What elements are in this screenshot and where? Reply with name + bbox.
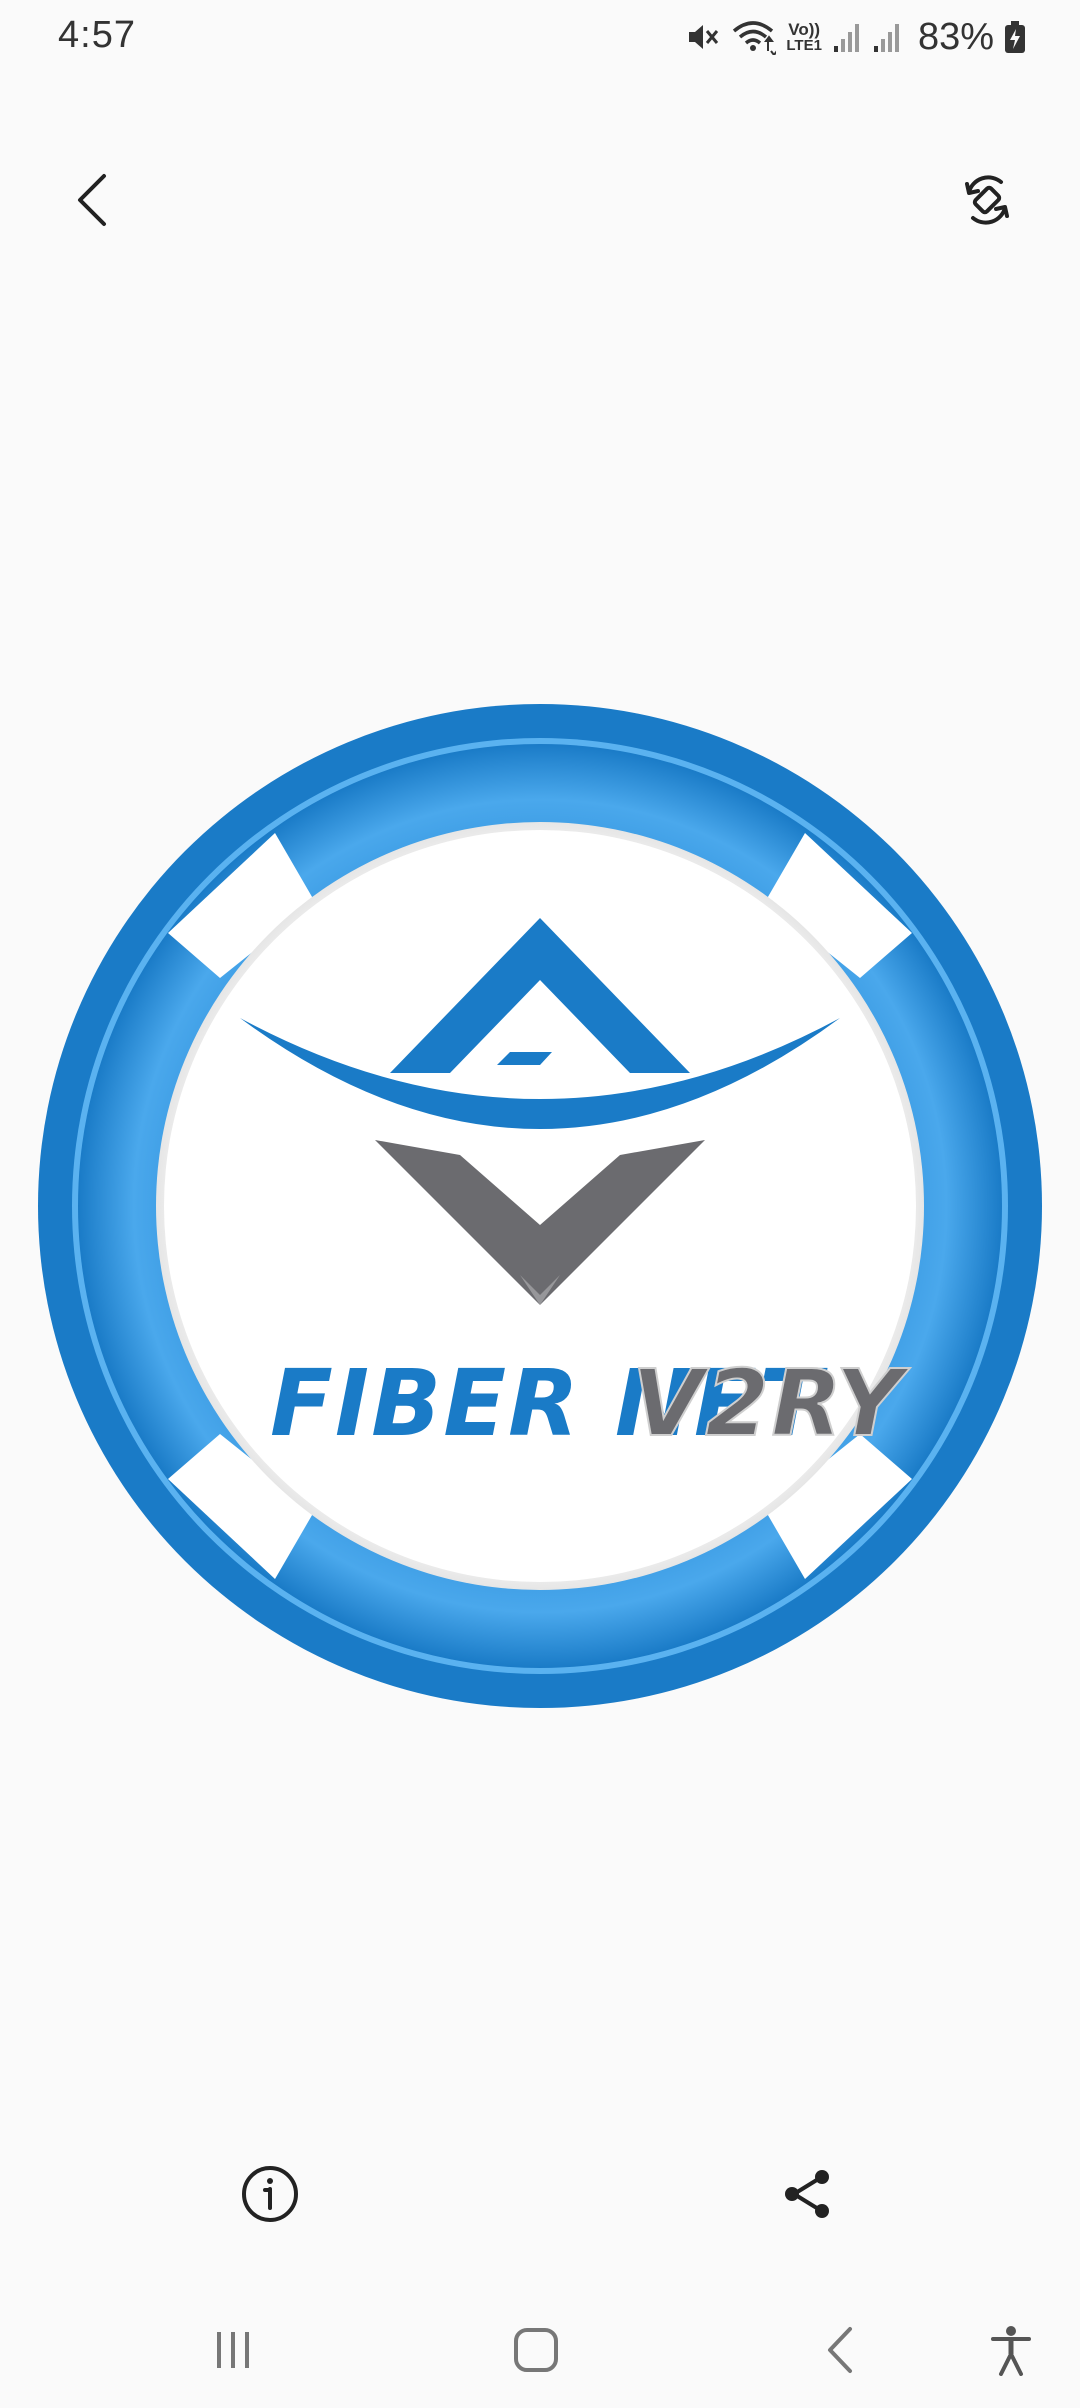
share-button[interactable] [760, 2146, 856, 2242]
chevron-left-icon [78, 174, 106, 226]
info-icon [242, 2166, 298, 2222]
share-icon [785, 2170, 829, 2218]
status-icons: Vo)) LTE1 83% [684, 14, 1026, 60]
fiber-net-logo: FIBER NET V2RY [38, 704, 1042, 1708]
mute-icon [684, 19, 720, 55]
accessibility-icon [991, 2326, 1031, 2376]
recents-button[interactable] [188, 2312, 278, 2388]
recents-icon [217, 2332, 249, 2368]
rotate-button[interactable] [942, 155, 1032, 245]
signal-icon-2 [872, 20, 902, 54]
volte-icon: Vo)) LTE1 [786, 20, 822, 54]
battery-percent: 83% [917, 15, 994, 58]
signal-icon [832, 20, 862, 54]
logo-text-v2ry: V2RY [632, 1350, 911, 1457]
details-button[interactable] [222, 2146, 318, 2242]
nav-back-button[interactable] [795, 2312, 885, 2388]
back-button[interactable] [48, 155, 138, 245]
system-navigation-bar [0, 2292, 1080, 2408]
photo-viewer-image[interactable]: FIBER NET V2RY [0, 680, 1080, 1730]
wifi-icon [730, 19, 777, 55]
nav-back-icon [828, 2327, 852, 2373]
accessibility-button[interactable] [966, 2312, 1056, 2388]
home-icon [514, 2328, 558, 2372]
status-bar: 4:57 Vo)) LTE1 83% [0, 0, 1080, 76]
rotate-screen-icon [965, 175, 1009, 225]
status-time: 4:57 [58, 14, 136, 56]
home-button[interactable] [491, 2312, 581, 2388]
image-viewer-screen: 4:57 Vo)) LTE1 83% FIBER NET V2RY [0, 0, 1080, 2408]
battery-charging-icon [1004, 20, 1026, 54]
